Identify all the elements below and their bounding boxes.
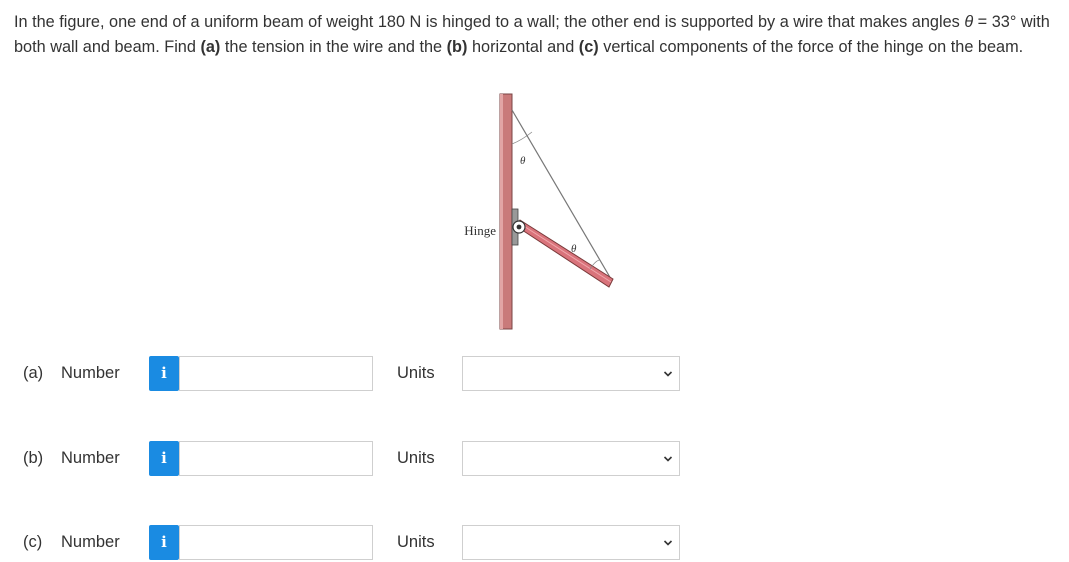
part-a-ref: (a)	[200, 38, 221, 56]
theta-beam-label: θ	[571, 243, 577, 255]
question-part-3: the tension in the wire and the	[220, 38, 447, 56]
chevron-down-icon	[663, 456, 673, 462]
part-label-b: (b)	[23, 449, 44, 467]
number-input-a[interactable]	[179, 356, 373, 391]
info-icon: i	[161, 364, 167, 382]
units-label-b: Units	[397, 449, 435, 467]
part-b-ref: (b)	[446, 38, 468, 56]
part-label-a: (a)	[23, 364, 44, 382]
info-icon: i	[161, 533, 167, 551]
info-button-b[interactable]: i	[149, 441, 179, 476]
part-label-c: (c)	[23, 533, 43, 551]
number-label-b: Number	[61, 449, 120, 467]
beam-figure: Hinge θ θ	[464, 93, 614, 330]
number-input-c[interactable]	[179, 525, 373, 560]
info-button-a[interactable]: i	[149, 356, 179, 391]
theta-top-label: θ	[520, 155, 526, 167]
question-part-1: In the figure, one end of a uniform beam…	[14, 13, 965, 31]
part-c-ref: (c)	[578, 38, 599, 56]
number-input-b[interactable]	[179, 441, 373, 476]
hinge-label: Hinge	[464, 223, 496, 238]
answer-row-a: (a) Number i Units	[0, 355, 1069, 393]
hinge	[511, 208, 526, 246]
chevron-down-icon	[663, 371, 673, 377]
units-label-a: Units	[397, 364, 435, 382]
number-label-a: Number	[61, 364, 120, 382]
info-icon: i	[161, 449, 167, 467]
answer-row-b: (b) Number i Units	[0, 440, 1069, 478]
units-select-a[interactable]	[462, 356, 680, 391]
chevron-down-icon	[663, 540, 673, 546]
theta-symbol: θ	[964, 13, 974, 31]
question-part-5: vertical components of the force of the …	[598, 38, 1024, 56]
question-text: In the figure, one end of a uniform beam…	[14, 10, 1064, 60]
number-label-c: Number	[61, 533, 120, 551]
beam	[515, 219, 614, 288]
question-part-4: horizontal and	[467, 38, 579, 56]
units-select-c[interactable]	[462, 525, 680, 560]
answer-row-c: (c) Number i Units	[0, 524, 1069, 562]
units-label-c: Units	[397, 533, 435, 551]
units-select-b[interactable]	[462, 441, 680, 476]
info-button-c[interactable]: i	[149, 525, 179, 560]
